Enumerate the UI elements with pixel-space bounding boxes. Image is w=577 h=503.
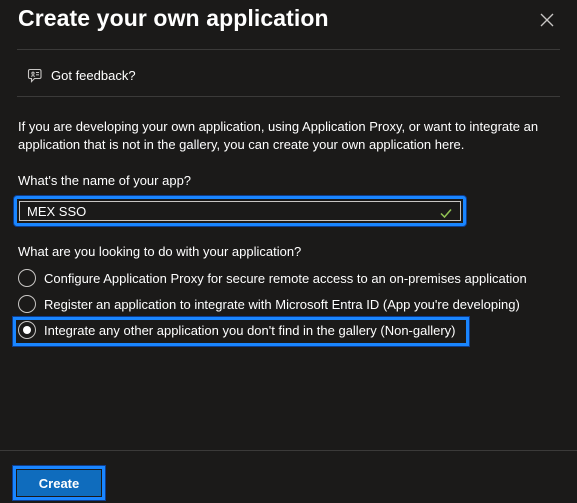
option-register-app-label: Register an application to integrate wit… (44, 296, 520, 312)
app-name-field (19, 201, 461, 221)
app-name-field-highlight (14, 196, 466, 226)
option-app-proxy[interactable]: Configure Application Proxy for secure r… (18, 269, 527, 287)
option-app-proxy-label: Configure Application Proxy for secure r… (44, 270, 527, 286)
section-divider (17, 96, 560, 97)
header-divider (17, 49, 560, 50)
radio-register-app[interactable] (18, 295, 36, 313)
feedback-link[interactable]: Got feedback? (26, 67, 136, 84)
app-name-input[interactable] (27, 202, 427, 220)
close-icon (540, 13, 554, 27)
feedback-label: Got feedback? (51, 68, 136, 83)
option-register-app[interactable]: Register an application to integrate wit… (18, 295, 520, 313)
panel-title: Create your own application (18, 5, 329, 31)
option-non-gallery[interactable]: Integrate any other application you don'… (18, 321, 456, 339)
radio-non-gallery[interactable] (18, 321, 36, 339)
create-app-panel: Create your own application Got feedback… (0, 0, 577, 503)
create-button[interactable]: Create (17, 470, 101, 496)
checkmark-icon (440, 209, 452, 219)
intro-description: If you are developing your own applicati… (18, 119, 539, 152)
purpose-question-label: What are you looking to do with your app… (18, 244, 302, 259)
app-name-label: What's the name of your app? (18, 173, 192, 188)
footer-divider (0, 450, 577, 451)
close-button[interactable] (537, 10, 557, 30)
radio-app-proxy[interactable] (18, 269, 36, 287)
option-non-gallery-label: Integrate any other application you don'… (44, 322, 456, 338)
feedback-icon (27, 68, 42, 83)
